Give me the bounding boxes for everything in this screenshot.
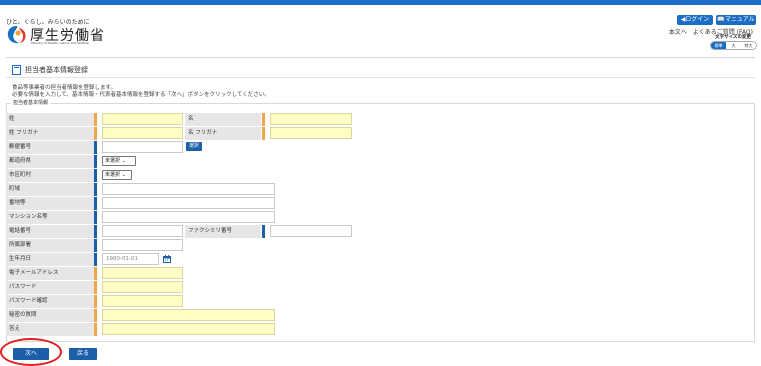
label-address: 番地等: [6, 197, 94, 210]
prefecture-select[interactable]: 未選択 ⌄: [102, 156, 136, 166]
optional-marker: [94, 155, 97, 168]
optional-marker: [94, 225, 97, 238]
font-size-xlarge-button[interactable]: 特大: [741, 42, 756, 49]
optional-marker: [94, 253, 97, 266]
department-input[interactable]: [102, 239, 183, 251]
password-input[interactable]: [102, 281, 183, 293]
required-marker: [94, 295, 97, 308]
answer-input[interactable]: [102, 323, 275, 335]
required-marker: [94, 281, 97, 294]
description-line-2: 必要な情報を入力して、基本情報・代表者基本情報を登録する「次へ」ボタンをクリック…: [12, 92, 270, 98]
skip-to-main-link[interactable]: 本文へ: [669, 29, 687, 36]
font-size-large-button[interactable]: 大: [726, 42, 741, 49]
ministry-name-english: Ministry of Health, Labour and Welfare: [31, 41, 89, 45]
optional-marker: [94, 239, 97, 252]
label-fax: ファクシミリ番号: [185, 225, 261, 238]
page-title-text: 担当者基本情報登録: [25, 66, 88, 74]
font-size-switcher: 標準 大 特大: [710, 41, 757, 50]
ministry-logo-icon[interactable]: [6, 25, 28, 45]
highlight-circle: [0, 338, 62, 366]
page-title: 担当者基本情報登録: [12, 65, 88, 75]
secret-question-input[interactable]: [102, 309, 275, 321]
last-kana-input[interactable]: [102, 127, 183, 139]
required-marker: [262, 113, 265, 126]
optional-marker: [94, 211, 97, 224]
document-icon: [12, 65, 21, 75]
optional-marker: [262, 225, 265, 238]
address-input[interactable]: [102, 197, 275, 209]
top-accent-bar: [0, 0, 761, 5]
required-marker: [262, 127, 265, 140]
label-city: 市区町村: [6, 169, 94, 182]
label-first-kana: 名 フリガナ: [185, 127, 261, 140]
postal-code-input[interactable]: [102, 141, 183, 153]
calendar-icon[interactable]: [163, 255, 171, 263]
email-input[interactable]: [102, 267, 183, 279]
optional-marker: [94, 197, 97, 210]
font-size-standard-button[interactable]: 標準: [711, 42, 726, 49]
required-marker: [94, 267, 97, 280]
label-building: マンション名等: [6, 211, 94, 224]
required-marker: [94, 323, 97, 336]
postal-select-button[interactable]: 選択: [186, 142, 202, 151]
first-kana-input[interactable]: [270, 127, 352, 139]
last-name-input[interactable]: [102, 113, 183, 125]
label-password: パスワード: [6, 281, 94, 294]
manual-button[interactable]: 📖マニュアル: [716, 15, 756, 25]
password-confirm-input[interactable]: [102, 295, 183, 307]
label-answer: 答え: [6, 323, 94, 336]
form-legend: 担当者基本情報: [11, 99, 51, 106]
fax-input[interactable]: [270, 225, 352, 237]
first-name-input[interactable]: [270, 113, 352, 125]
label-last-name: 姓: [6, 113, 94, 126]
label-first-name: 名: [185, 113, 261, 126]
label-postal: 郵便番号: [6, 141, 94, 154]
optional-marker: [94, 141, 97, 154]
city-select[interactable]: 未選択 ⌄: [102, 170, 132, 180]
label-town: 町域: [6, 183, 94, 196]
building-input[interactable]: [102, 211, 275, 223]
back-button[interactable]: 戻る: [69, 348, 97, 360]
label-password-confirm: パスワード確認: [6, 295, 94, 308]
label-secret-question: 秘密の質問: [6, 309, 94, 322]
label-birthdate: 生年月日: [6, 253, 94, 266]
phone-input[interactable]: [102, 225, 183, 237]
required-marker: [94, 309, 97, 322]
optional-marker: [94, 169, 97, 182]
birthdate-input[interactable]: 1980-01-01: [102, 253, 159, 265]
login-button[interactable]: ◀ログイン: [677, 15, 713, 25]
optional-marker: [94, 183, 97, 196]
town-input[interactable]: [102, 183, 275, 195]
label-phone: 電話番号: [6, 225, 94, 238]
header-divider: [6, 57, 755, 58]
title-divider: [6, 77, 755, 78]
label-last-kana: 姓 フリガナ: [6, 127, 94, 140]
required-marker: [94, 127, 97, 140]
required-marker: [94, 113, 97, 126]
label-prefecture: 都道府県: [6, 155, 94, 168]
font-size-label: 文字サイズの変更: [715, 35, 751, 40]
label-department: 所属部署: [6, 239, 94, 252]
label-email: 電子メールアドレス: [6, 267, 94, 280]
